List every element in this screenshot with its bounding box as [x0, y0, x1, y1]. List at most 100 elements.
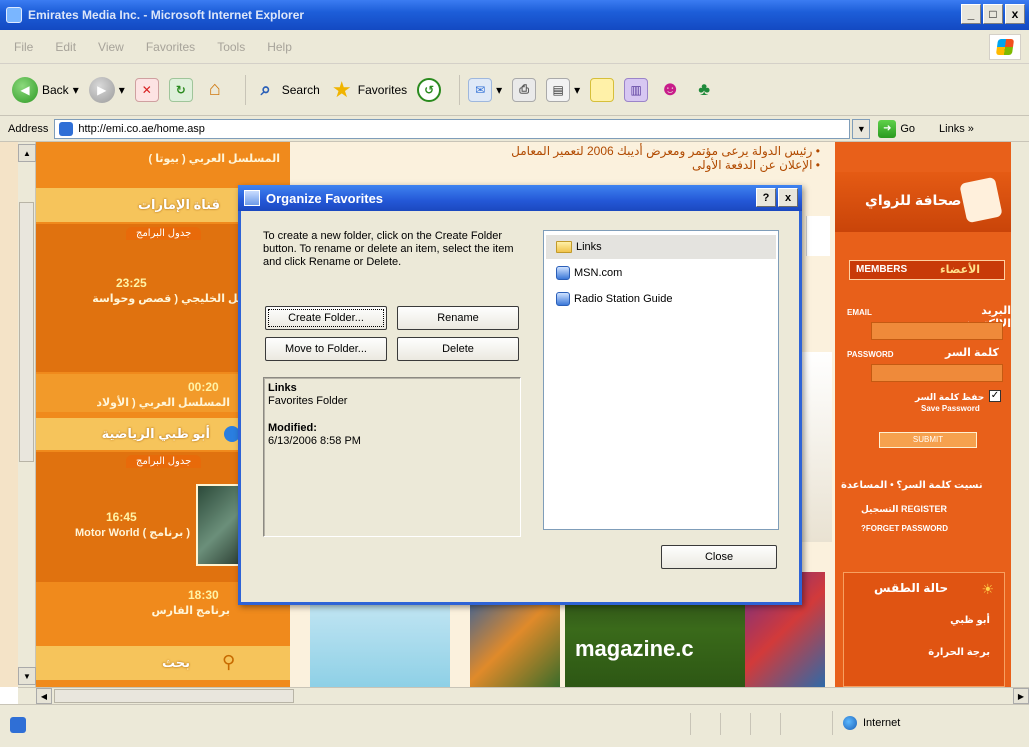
show-time: 18:30: [188, 588, 219, 602]
help-button[interactable]: ?: [756, 188, 776, 207]
ie-icon: [6, 7, 22, 23]
forward-arrow-icon: ▶: [88, 76, 115, 103]
show-title[interactable]: برنامج الفارس: [152, 604, 231, 617]
register-link[interactable]: REGISTER التسجيل: [861, 504, 947, 515]
maximize-button[interactable]: □: [983, 4, 1003, 24]
menu-edit[interactable]: Edit: [55, 40, 76, 54]
schedule-tab[interactable]: جدول البرامج: [126, 455, 202, 468]
info-name: Links: [268, 382, 297, 394]
menu-help[interactable]: Help: [267, 40, 292, 54]
magnifier-icon: ⚲: [222, 652, 236, 672]
back-button[interactable]: ◀ Back ▾: [12, 76, 79, 103]
menu-file[interactable]: File: [14, 40, 33, 54]
scroll-up-icon[interactable]: ▲: [18, 144, 36, 162]
msn-people-icon: ♣: [698, 79, 711, 99]
weather-item[interactable]: برجة الحرارة: [928, 647, 990, 658]
list-item[interactable]: MSN.com: [546, 261, 776, 285]
info-type: Favorites Folder: [268, 395, 348, 407]
scroll-down-icon[interactable]: ▼: [18, 667, 36, 685]
mail-button[interactable]: ✉ ▾: [468, 77, 502, 102]
show-title[interactable]: ( برنامج ) Motor World: [75, 526, 190, 539]
favorites-list[interactable]: Links MSN.com Radio Station Guide: [543, 230, 779, 530]
horizontal-scroll-thumb[interactable]: [54, 689, 294, 703]
window-controls: _ □ x: [961, 4, 1025, 24]
create-folder-button[interactable]: Create Folder...: [265, 306, 387, 330]
forward-dropdown-icon[interactable]: ▾: [119, 83, 125, 97]
edit-button[interactable]: ▤ ▾: [546, 77, 580, 102]
dialog-title-bar[interactable]: Organize Favorites ? x: [238, 185, 802, 211]
mail-dropdown-icon[interactable]: ▾: [496, 83, 502, 97]
notes-button[interactable]: [590, 77, 615, 102]
favorites-button[interactable]: ★ Favorites: [330, 77, 408, 102]
go-label: Go: [900, 122, 916, 135]
forget-password-link[interactable]: FORGET PASSWORD?: [861, 524, 948, 533]
news-item[interactable]: • رئيس الدولة يرعى مؤتمر ومعرض أديبك 200…: [420, 144, 820, 158]
research-button[interactable]: ▥: [624, 77, 649, 102]
instructions-text: To create a new folder, click on the Cre…: [263, 230, 514, 268]
schedule-item[interactable]: المسلسل العربي ( بيوتا ): [148, 152, 280, 165]
dialog-close-button[interactable]: x: [778, 188, 798, 207]
status-cell: [720, 713, 750, 735]
close-window-button[interactable]: x: [1005, 4, 1025, 24]
printer-icon: ⎙: [512, 77, 537, 102]
scroll-thumb[interactable]: [19, 202, 34, 462]
delete-button[interactable]: Delete: [397, 337, 519, 361]
toolbar-separator: [244, 74, 246, 105]
rename-button[interactable]: Rename: [397, 306, 519, 330]
back-dropdown-icon[interactable]: ▾: [73, 83, 79, 97]
go-button[interactable]: ➜ Go: [878, 119, 916, 138]
password-field[interactable]: [871, 364, 1003, 382]
search-header[interactable]: بحث ⚲: [36, 646, 290, 680]
members-banner: MEMBERS الأعضاء: [849, 260, 1005, 280]
status-cell: [750, 713, 780, 735]
list-item[interactable]: Radio Station Guide: [546, 287, 776, 311]
save-password-checkbox[interactable]: ✓: [989, 390, 1001, 402]
links-toolbar-button[interactable]: Links »: [939, 123, 974, 135]
menu-tools[interactable]: Tools: [217, 40, 245, 54]
history-button[interactable]: ↺: [417, 77, 442, 102]
security-zone: Internet: [832, 711, 1022, 735]
edit-dropdown-icon[interactable]: ▾: [574, 83, 580, 97]
move-to-folder-button[interactable]: Move to Folder...: [265, 337, 387, 361]
address-dropdown-icon[interactable]: ▼: [852, 118, 871, 139]
email-field[interactable]: [871, 322, 1003, 340]
weather-item[interactable]: أبو ظبي: [950, 615, 990, 626]
folder-icon: [556, 241, 572, 253]
organize-favorites-dialog: Organize Favorites ? x To create a new f…: [238, 185, 802, 605]
schedule-tab[interactable]: جدول البرامج: [126, 227, 202, 240]
mail-icon: ✉: [468, 77, 493, 102]
status-bar: Internet: [0, 704, 1029, 747]
favorites-label: Favorites: [357, 82, 408, 97]
address-input[interactable]: http://emi.co.ae/home.asp: [54, 118, 851, 139]
forgot-help-link[interactable]: نسيت كلمة السر؟ • المساعدة: [841, 480, 983, 491]
horizontal-scrollbar[interactable]: ◀ ▶: [18, 687, 1029, 704]
msn-button[interactable]: ♣: [692, 78, 716, 102]
submit-button[interactable]: SUBMIT: [879, 432, 977, 448]
newspaper-icon: [959, 176, 1003, 224]
list-item[interactable]: Links: [546, 235, 776, 259]
right-edge: [1011, 142, 1029, 687]
ad-banner[interactable]: [802, 352, 832, 542]
scroll-right-icon[interactable]: ▶: [1013, 688, 1029, 704]
address-bar: Address http://emi.co.ae/home.asp ▼ ➜ Go…: [0, 116, 1029, 142]
refresh-button[interactable]: ↻: [168, 77, 193, 102]
scroll-left-icon[interactable]: ◀: [36, 688, 52, 704]
news-ticker: • رئيس الدولة يرعى مؤتمر ومعرض أديبك 200…: [420, 144, 820, 172]
dialog-title: Organize Favorites: [266, 190, 384, 206]
stop-button[interactable]: ✕: [134, 77, 159, 102]
menu-view[interactable]: View: [98, 40, 124, 54]
show-title[interactable]: المسلسل العربي ( الأولاد: [96, 396, 230, 409]
news-item[interactable]: • الإعلان عن الدفعة الأولى: [420, 158, 820, 172]
favorites-folder-icon: [244, 190, 260, 206]
search-button[interactable]: ⌕ Search: [254, 78, 320, 102]
menu-favorites[interactable]: Favorites: [146, 40, 195, 54]
minimize-button[interactable]: _: [961, 4, 981, 24]
windows-logo-icon: [989, 34, 1021, 60]
print-button[interactable]: ⎙: [512, 77, 537, 102]
forward-button[interactable]: ▶ ▾: [88, 76, 125, 103]
messenger-button[interactable]: ☻: [658, 78, 682, 102]
vertical-scrollbar[interactable]: ▲ ▼: [18, 142, 36, 687]
internet-shortcut-icon: [556, 266, 570, 280]
home-button[interactable]: ⌂: [203, 78, 227, 102]
close-button[interactable]: Close: [661, 545, 777, 569]
